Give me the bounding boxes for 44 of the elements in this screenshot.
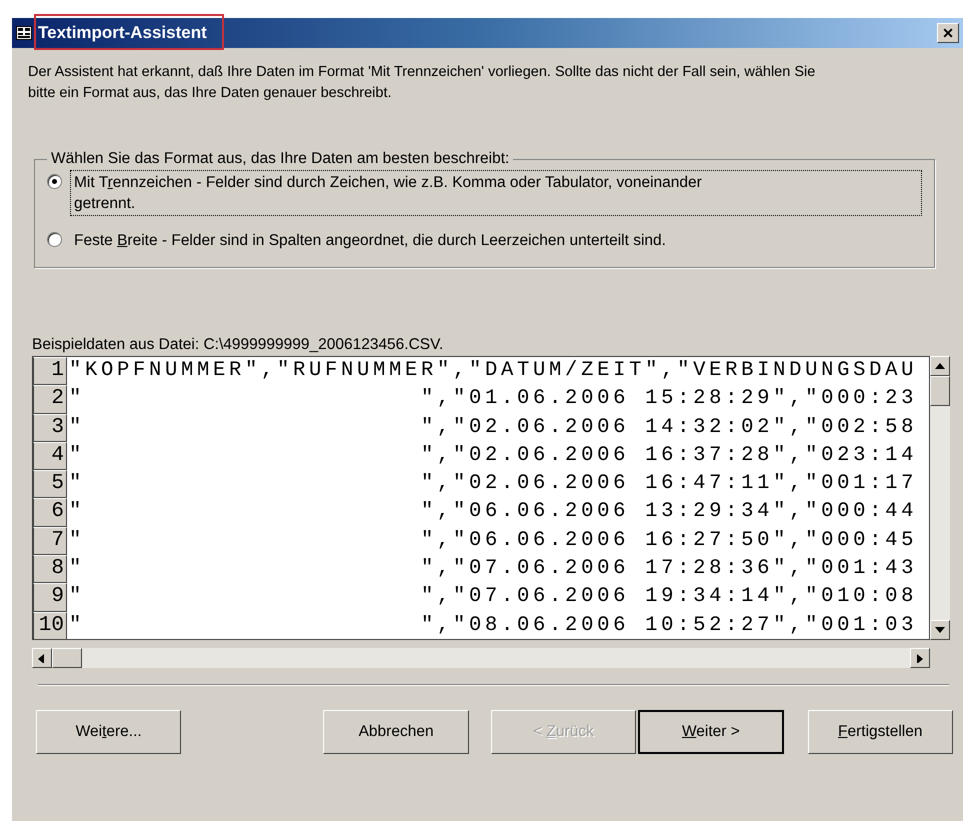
row-text: " ","02.06.2006 14:32:02","002:58 bbox=[68, 414, 918, 441]
row-number: 7 bbox=[33, 526, 67, 556]
arrow-icon bbox=[934, 625, 946, 635]
dialog-button[interactable]: Abbrechen bbox=[323, 710, 469, 754]
intro-text: Der Assistent hat erkannt, daß Ihre Daten im Format 'Mit Trennzeichen' vorliegen. Sollte das nicht der Fall sein, wählen Sie bitte ein Format aus, das Ihre Daten genauer beschreibt. bbox=[28, 63, 816, 103]
row-text: " ","02.06.2006 16:37:28","023:14 bbox=[68, 442, 918, 469]
row-text: " ","06.06.2006 13:29:34","000:44 bbox=[68, 499, 918, 526]
row-text: " ","08.06.2006 10:52:27","001:03 bbox=[68, 612, 918, 639]
scroll-left-button[interactable] bbox=[32, 648, 52, 668]
vertical-scrollbar[interactable] bbox=[930, 356, 950, 640]
window-title: Textimport-Assistent bbox=[38, 23, 207, 43]
scroll-up-button[interactable] bbox=[930, 356, 950, 376]
row-number: 1 bbox=[33, 357, 67, 386]
row-number: 2 bbox=[33, 385, 67, 414]
row-text: " ","07.06.2006 19:34:14","010:08 bbox=[68, 584, 918, 610]
row-number: 9 bbox=[33, 583, 67, 612]
radio-label[interactable]: Mit Trennzeichen - Felder sind durch Zeichen, wie z.B. Komma oder Tabulator, voneinander getrennt. bbox=[70, 170, 922, 216]
window-icon bbox=[16, 26, 32, 40]
close-button[interactable]: × bbox=[937, 23, 959, 43]
scroll-thumb[interactable] bbox=[930, 376, 950, 406]
row-number: 3 bbox=[33, 414, 67, 442]
row-number: 8 bbox=[33, 555, 67, 584]
radio-label[interactable]: Feste Breite - Felder sind in Spalten angeordnet, die durch Leerzeichen unterteilt sind. bbox=[70, 228, 922, 253]
scroll-down-button[interactable] bbox=[930, 620, 950, 640]
dialog-button[interactable]: Fertigstellen bbox=[808, 710, 953, 754]
arrow-icon bbox=[934, 361, 946, 371]
row-text: " ","07.06.2006 17:28:36","001:43 bbox=[68, 556, 918, 582]
radio-button[interactable] bbox=[47, 232, 62, 247]
dialog-button[interactable]: Weiter > bbox=[638, 710, 784, 754]
radio-button[interactable] bbox=[47, 174, 62, 189]
row-number: 4 bbox=[33, 442, 67, 470]
row-number: 5 bbox=[33, 470, 67, 498]
dialog-button[interactable]: Weitere... bbox=[36, 710, 182, 754]
row-text: " ","06.06.2006 16:27:50","000:45 bbox=[68, 528, 918, 554]
row-text: " ","01.06.2006 15:28:29","000:23 bbox=[68, 386, 918, 412]
scroll-thumb[interactable] bbox=[52, 648, 82, 668]
scroll-right-button[interactable] bbox=[910, 648, 930, 668]
sample-label: Beispieldaten aus Datei: C:\4999999999_2006123456.CSV. bbox=[32, 336, 444, 354]
row-text: "KOPFNUMMER","RUFNUMMER","DATUM/ZEIT","VERBINDUNGSDAU bbox=[68, 358, 918, 384]
row-number: 10 bbox=[33, 612, 67, 639]
horizontal-scrollbar[interactable] bbox=[32, 648, 930, 668]
row-number: 6 bbox=[33, 498, 67, 527]
group-legend: Wählen Sie das Format aus, das Ihre Daten am besten beschreibt: bbox=[47, 150, 514, 168]
row-text: " ","02.06.2006 16:47:11","001:17 bbox=[68, 471, 918, 498]
